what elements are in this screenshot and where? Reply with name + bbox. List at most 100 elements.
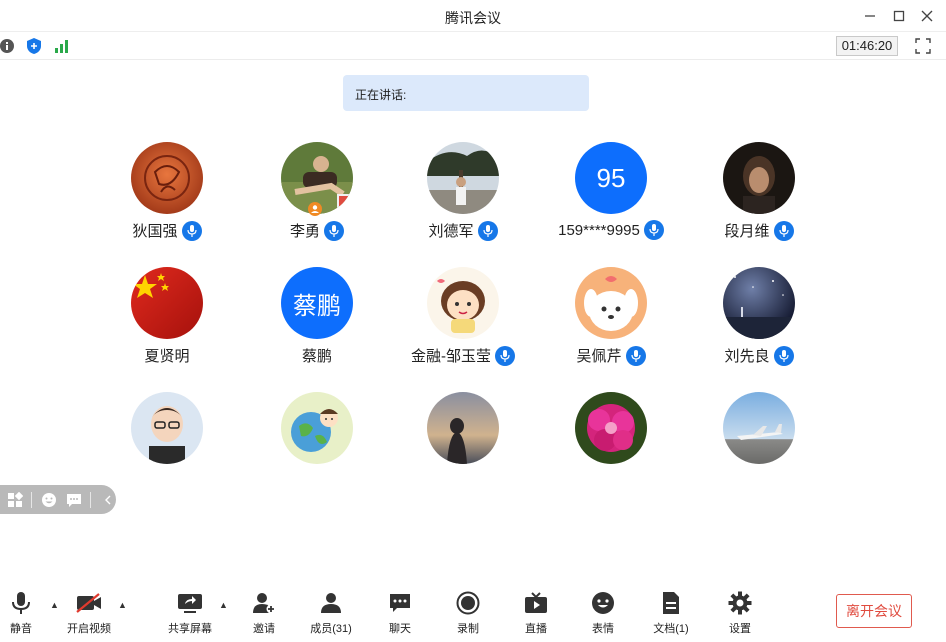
chat-bubble-icon[interactable] [65, 491, 82, 509]
info-icon[interactable] [0, 37, 16, 55]
window-title: 腾讯会议 [445, 10, 501, 26]
avatar [723, 142, 795, 214]
participant-tile[interactable]: 李勇 [242, 140, 392, 260]
avatar: 95 [575, 142, 647, 214]
invite-label: 邀请 [253, 623, 275, 635]
meeting-timer: 01:46:20 [836, 36, 898, 56]
meeting-info-bar: 01:46:20 [0, 32, 946, 60]
mic-icon [495, 345, 515, 366]
video-button[interactable]: 开启视频 [59, 590, 119, 636]
settings-button[interactable]: 设置 [710, 590, 770, 636]
fullscreen-icon[interactable] [914, 37, 932, 55]
mic-icon [773, 220, 794, 241]
record-button[interactable]: 录制 [438, 590, 498, 636]
share-screen-label: 共享屏幕 [168, 623, 212, 635]
participant-name: 李勇 [289, 223, 320, 240]
record-label: 录制 [457, 623, 479, 635]
gear-icon [726, 590, 754, 616]
title-bar: 腾讯会议 [0, 0, 946, 32]
documents-button[interactable]: 文档(1) [641, 590, 701, 636]
participant-tile[interactable] [684, 390, 834, 510]
avatar: 蔡鹏 [281, 267, 353, 339]
participant-tile[interactable]: 吴佩芹 [536, 265, 686, 385]
avatar [427, 392, 499, 464]
microphone-icon [7, 590, 35, 616]
participant-name-row: 吴佩芹 [536, 345, 686, 366]
participant-tile[interactable]: 蔡鹏 蔡鹏 [242, 265, 392, 385]
share-options-caret-icon[interactable]: ▲ [219, 600, 231, 610]
mute-button[interactable]: 静音 [0, 590, 51, 636]
close-icon[interactable] [917, 6, 937, 26]
live-broadcast-icon [522, 590, 550, 616]
leave-meeting-button[interactable]: 离开会议 [836, 594, 912, 628]
security-shield-icon[interactable] [25, 37, 43, 55]
divider [90, 491, 91, 508]
participant-tile[interactable] [242, 390, 392, 510]
reactions-button[interactable]: 表情 [573, 590, 633, 636]
speaking-label: 正在讲话: [355, 88, 407, 102]
participant-tile[interactable]: 金融-邹玉莹 [388, 265, 538, 385]
participant-name-row: 蔡鹏 [242, 345, 392, 366]
participant-name: 159****9995 [558, 221, 640, 239]
smiley-icon [589, 590, 617, 616]
participant-name-row: 刘德军 [388, 220, 538, 241]
participant-tile[interactable]: 刘先良 [684, 265, 834, 385]
minimize-icon[interactable] [860, 6, 880, 26]
participant-name: 蔡鹏 [301, 348, 332, 365]
participant-name-row: 段月维 [684, 220, 834, 241]
video-label: 开启视频 [67, 623, 111, 635]
participant-name: 刘德军 [428, 223, 474, 240]
participant-tile[interactable] [388, 390, 538, 510]
mic-icon [477, 220, 498, 241]
participant-name: 段月维 [724, 223, 770, 240]
settings-label: 设置 [729, 623, 751, 635]
participant-name: 刘先良 [724, 348, 770, 365]
chat-label: 聊天 [389, 623, 411, 635]
participant-name: 狄国强 [132, 223, 178, 240]
live-button[interactable]: 直播 [506, 590, 566, 636]
avatar [131, 142, 203, 214]
participant-tile[interactable] [536, 390, 686, 510]
participant-tile[interactable]: 夏贤明 [92, 265, 242, 385]
emoji-icon[interactable] [40, 491, 57, 509]
document-icon [657, 590, 685, 616]
speaking-indicator: 正在讲话: [343, 75, 589, 111]
divider [31, 491, 32, 508]
participant-name-row: 李勇 [242, 220, 392, 241]
layout-grid-icon[interactable] [6, 491, 23, 509]
mute-label: 静音 [10, 623, 32, 635]
mic-icon [324, 220, 344, 241]
members-icon [317, 590, 345, 616]
participant-name: 吴佩芹 [576, 348, 622, 365]
add-user-icon [250, 590, 278, 616]
bottom-toolbar: 静音 ▲ 开启视频 ▲ 共享屏幕 ▲ 邀请 成员(31) 聊天 录制 直播 表情… [0, 584, 946, 642]
participant-name-row: 刘先良 [684, 345, 834, 366]
share-screen-icon [176, 590, 204, 616]
video-options-caret-icon[interactable]: ▲ [118, 600, 130, 610]
mic-icon [773, 345, 794, 366]
members-button[interactable]: 成员(31) [301, 590, 361, 636]
share-screen-button[interactable]: 共享屏幕 [160, 590, 220, 636]
chevron-left-icon[interactable] [99, 491, 116, 509]
avatar [131, 267, 203, 339]
maximize-icon[interactable] [889, 6, 909, 26]
reactions-label: 表情 [592, 623, 614, 635]
participant-name: 金融-邹玉莹 [411, 348, 491, 365]
members-label: 成员(31) [310, 623, 352, 635]
avatar [723, 267, 795, 339]
avatar [427, 267, 499, 339]
invite-button[interactable]: 邀请 [234, 590, 294, 636]
avatar [575, 392, 647, 464]
avatar [575, 267, 647, 339]
participant-name-row: 金融-邹玉莹 [388, 345, 538, 366]
participant-tile[interactable]: 95 159****9995 [536, 140, 686, 260]
signal-strength-icon[interactable] [53, 37, 71, 55]
participant-tile[interactable]: 段月维 [684, 140, 834, 260]
floating-toolbar [0, 485, 116, 514]
participant-tile[interactable]: 刘德军 [388, 140, 538, 260]
chat-icon [386, 590, 414, 616]
video-off-icon [75, 590, 103, 616]
participant-tile[interactable]: 狄国强 [92, 140, 242, 260]
record-icon [454, 590, 482, 616]
chat-button[interactable]: 聊天 [370, 590, 430, 636]
